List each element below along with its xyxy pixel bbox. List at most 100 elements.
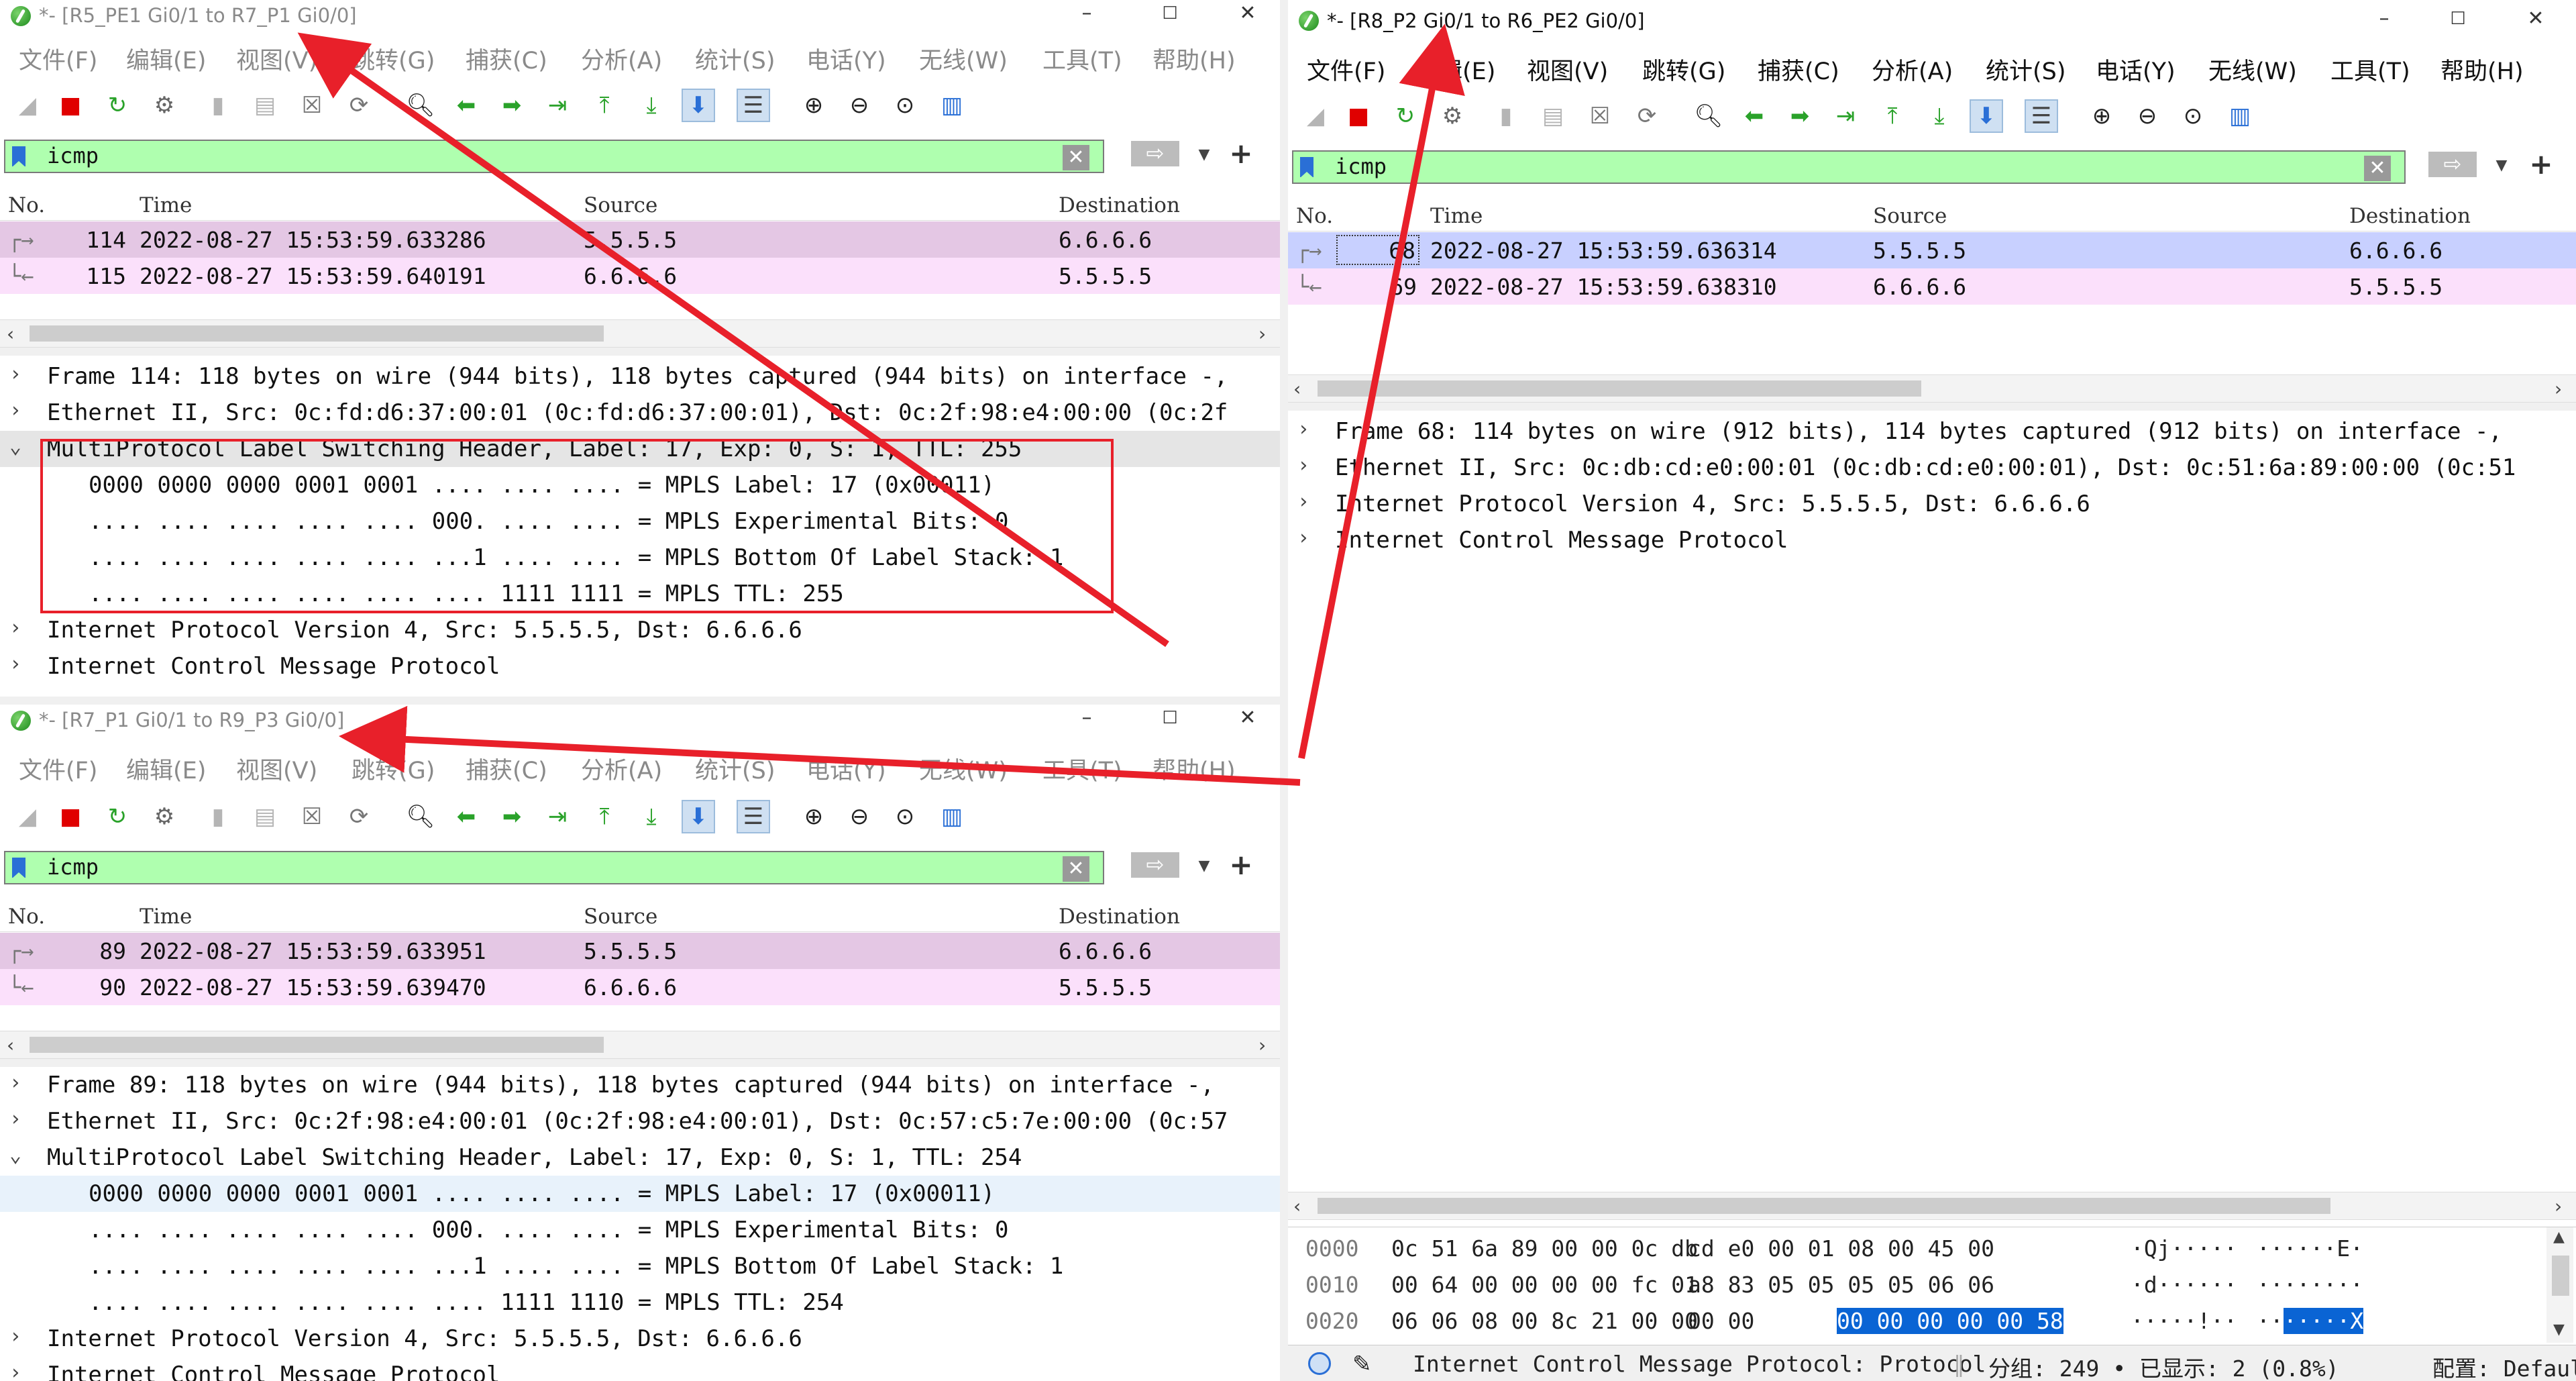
display-filter-input[interactable]: icmp ✕ [1292, 150, 2406, 184]
display-filter-input[interactable]: icmp ✕ [4, 140, 1104, 173]
pane-splitter[interactable] [0, 1059, 1280, 1067]
clear-filter-icon[interactable]: ✕ [2364, 156, 2391, 181]
auto-scroll-icon[interactable]: ⬇ [682, 89, 715, 122]
find-packet-icon[interactable]: 🔍︎ [404, 800, 437, 833]
minimize-button[interactable]: – [1067, 0, 1107, 31]
menu-go[interactable]: 跳转(G) [1642, 52, 1725, 87]
go-back-icon[interactable]: ⬅ [449, 89, 483, 122]
col-destination[interactable]: Destination [1059, 905, 1180, 929]
menu-wireless[interactable]: 无线(W) [919, 752, 1008, 786]
packet-row[interactable]: └← 90 2022-08-27 15:53:59.639470 6.6.6.6… [0, 969, 1280, 1005]
packet-row[interactable]: ┌→ 114 2022-08-27 15:53:59.633286 5.5.5.… [0, 221, 1280, 258]
save-file-icon[interactable]: ▤ [1536, 99, 1570, 133]
col-no[interactable]: No. [1296, 204, 1333, 228]
close-button[interactable]: ✕ [1228, 705, 1268, 735]
maximize-button[interactable]: ☐ [1150, 705, 1190, 735]
menu-view[interactable]: 视图(V) [1527, 52, 1608, 87]
bytes-vscrollbar[interactable]: ▲ ▼ [2546, 1227, 2573, 1343]
colorize-icon[interactable]: ☰ [737, 800, 770, 833]
packet-row[interactable]: ┌→ 89 2022-08-27 15:53:59.633951 5.5.5.5… [0, 933, 1280, 969]
go-forward-icon[interactable]: ➡ [1783, 99, 1817, 133]
normal-size-icon[interactable]: ⊙ [888, 800, 922, 833]
clear-filter-icon[interactable]: ✕ [1063, 145, 1089, 170]
filter-dropdown-icon[interactable]: ▼ [1193, 144, 1216, 166]
scroll-down-icon[interactable]: ▼ [2553, 1321, 2565, 1338]
go-back-icon[interactable]: ⬅ [449, 800, 483, 833]
minimize-button[interactable]: – [2364, 5, 2404, 36]
expert-info-icon[interactable] [1308, 1352, 1331, 1375]
filter-dropdown-icon[interactable]: ▼ [2490, 154, 2513, 177]
detail-mpls-label[interactable]: 0000 0000 0000 0001 0001 .... .... .... … [0, 1176, 1280, 1212]
menu-view[interactable]: 视图(V) [236, 42, 317, 76]
zoom-in-icon[interactable]: ⊕ [2085, 99, 2118, 133]
close-file-icon[interactable]: ☒ [295, 800, 329, 833]
save-file-icon[interactable]: ▤ [248, 800, 282, 833]
normal-size-icon[interactable]: ⊙ [2176, 99, 2210, 133]
bookmark-icon[interactable] [12, 858, 25, 878]
detail-frame[interactable]: › Frame 89: 118 bytes on wire (944 bits),… [0, 1067, 1280, 1103]
scroll-left-icon[interactable]: ‹ [1293, 378, 1301, 400]
apply-filter-button[interactable]: ⇨ [2428, 152, 2477, 177]
bookmark-icon[interactable] [12, 146, 25, 167]
apply-filter-button[interactable]: ⇨ [1131, 852, 1179, 878]
menu-edit[interactable]: 编辑(E) [126, 752, 206, 786]
zoom-in-icon[interactable]: ⊕ [797, 89, 830, 122]
detail-mpls-exp[interactable]: .... .... .... .... .... 000. .... .... … [0, 1212, 1280, 1248]
menu-statistics[interactable]: 统计(S) [1986, 52, 2066, 87]
scroll-left-icon[interactable]: ‹ [7, 1034, 14, 1056]
apply-filter-button[interactable]: ⇨ [1131, 141, 1179, 166]
detail-ipv4[interactable]: › Internet Protocol Version 4, Src: 5.5.5… [1288, 486, 2576, 522]
menu-file[interactable]: 文件(F) [19, 42, 97, 76]
menu-capture[interactable]: 捕获(C) [1758, 52, 1839, 87]
menu-go[interactable]: 跳转(G) [352, 752, 435, 786]
start-capture-icon[interactable]: ◢ [11, 89, 44, 122]
menu-capture[interactable]: 捕获(C) [466, 42, 547, 76]
auto-scroll-icon[interactable]: ⬇ [1970, 99, 2003, 133]
menu-telephony[interactable]: 电话(Y) [806, 42, 886, 76]
menu-capture[interactable]: 捕获(C) [466, 752, 547, 786]
pane-splitter[interactable] [0, 348, 1280, 356]
col-time[interactable]: Time [140, 193, 192, 217]
menu-edit[interactable]: 编辑(E) [126, 42, 206, 76]
edit-comment-icon[interactable]: ✎ [1352, 1351, 1372, 1378]
zoom-in-icon[interactable]: ⊕ [797, 800, 830, 833]
details-hscrollbar[interactable]: ‹ › [1288, 1192, 2576, 1220]
detail-mpls-header[interactable]: ⌄ MultiProtocol Label Switching Header, L… [0, 1139, 1280, 1176]
menu-telephony[interactable]: 电话(Y) [806, 752, 886, 786]
go-to-packet-icon[interactable]: ⇥ [541, 89, 574, 122]
col-source[interactable]: Source [1873, 204, 1947, 228]
pane-splitter[interactable] [1288, 403, 2576, 411]
resize-columns-icon[interactable]: ▥ [935, 800, 969, 833]
title-bar[interactable]: *- [R5_PE1 Gi0/1 to R7_P1 Gi0/0] – ☐ ✕ [0, 0, 1280, 31]
go-forward-icon[interactable]: ➡ [495, 800, 529, 833]
detail-icmp[interactable]: › Internet Control Message Protocol [0, 1357, 1280, 1381]
col-source[interactable]: Source [584, 193, 657, 217]
open-file-icon[interactable]: ▮ [1489, 99, 1523, 133]
menu-analyze[interactable]: 分析(A) [1872, 52, 1953, 87]
last-packet-icon[interactable]: ⤓ [635, 89, 668, 122]
menu-edit[interactable]: 编辑(E) [1415, 52, 1495, 87]
close-file-icon[interactable]: ☒ [1583, 99, 1617, 133]
packet-row-selected[interactable]: ┌→ 68 2022-08-27 15:53:59.636314 5.5.5.5… [1288, 232, 2576, 268]
clear-filter-icon[interactable]: ✕ [1063, 856, 1089, 882]
scroll-right-icon[interactable]: › [1258, 1034, 1266, 1056]
close-button[interactable]: ✕ [2516, 5, 2556, 36]
scroll-thumb[interactable] [1318, 1198, 2330, 1214]
restart-capture-icon[interactable]: ↻ [1389, 99, 1422, 133]
menu-go[interactable]: 跳转(G) [352, 42, 435, 76]
display-filter-input[interactable]: icmp ✕ [4, 851, 1104, 884]
colorize-icon[interactable]: ☰ [737, 89, 770, 122]
title-bar[interactable]: *- [R7_P1 Gi0/1 to R9_P3 Gi0/0] – ☐ ✕ [0, 705, 1280, 735]
restart-capture-icon[interactable]: ↻ [101, 800, 134, 833]
packet-list-hscrollbar[interactable]: ‹ › [0, 1031, 1280, 1059]
find-packet-icon[interactable]: 🔍︎ [1692, 99, 1725, 133]
scroll-left-icon[interactable]: ‹ [1293, 1195, 1301, 1217]
zoom-out-icon[interactable]: ⊖ [843, 800, 876, 833]
filter-dropdown-icon[interactable]: ▼ [1193, 855, 1216, 878]
scroll-left-icon[interactable]: ‹ [7, 323, 14, 345]
scroll-thumb[interactable] [2552, 1256, 2569, 1296]
col-source[interactable]: Source [584, 905, 657, 929]
stop-capture-icon[interactable]: ■ [54, 800, 87, 833]
normal-size-icon[interactable]: ⊙ [888, 89, 922, 122]
col-time[interactable]: Time [140, 905, 192, 929]
